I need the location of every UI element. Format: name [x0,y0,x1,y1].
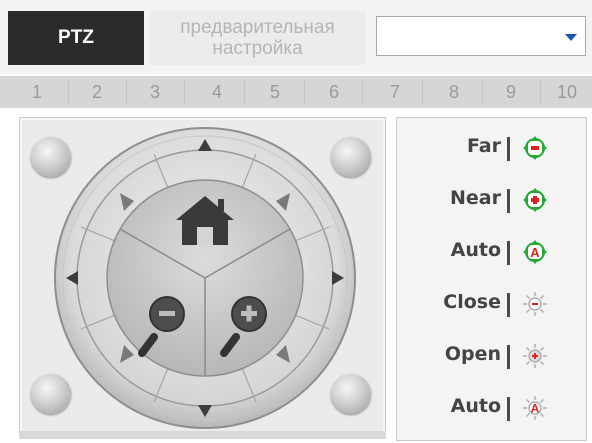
focus-far-row: Far [397,125,588,171]
tab-preset[interactable]: предварительная настройка [150,11,365,65]
divider [507,137,510,161]
iris-auto-label[interactable]: Auto [451,395,501,417]
chevron-down-icon [565,34,577,41]
tab-preset-label-line1: предварительная [180,17,335,38]
iris-close-label[interactable]: Close [443,291,501,313]
preset-number-8[interactable]: 8 [425,76,483,108]
focus-far-label[interactable]: Far [467,135,501,157]
preset-number-6[interactable]: 6 [305,76,363,108]
lens-control-panel: Far Near Auto A Close Open Auto A [396,117,587,441]
focus-auto-label[interactable]: Auto [451,239,501,261]
preset-number-bar: 1 2 3 4 5 6 7 8 9 10 [0,76,592,108]
focus-auto-row: Auto A [397,229,588,275]
iris-close-row: Close [397,281,588,327]
divider [507,293,510,317]
preset-select[interactable] [376,16,586,56]
divider [540,80,541,104]
focus-near-label[interactable]: Near [450,187,501,209]
preset-number-3[interactable]: 3 [126,76,184,108]
divider [507,345,510,369]
focus-near-row: Near [397,177,588,223]
divider [184,80,185,104]
svg-text:A: A [530,245,540,260]
direction-pad [54,127,356,429]
preset-number-10[interactable]: 10 [542,76,592,108]
divider [362,80,363,104]
iris-open-label[interactable]: Open [445,343,501,365]
iris-open-icon[interactable] [522,343,548,369]
tab-ptz-label: PTZ [58,27,94,48]
divider [507,241,510,265]
preset-number-5[interactable]: 5 [246,76,304,108]
iris-auto-row: Auto A [397,385,588,431]
preset-number-9[interactable]: 9 [482,76,540,108]
divider [507,189,510,213]
focus-auto-icon[interactable]: A [522,239,548,265]
iris-open-row: Open [397,333,588,379]
preset-number-1[interactable]: 1 [8,76,66,108]
focus-far-icon[interactable] [522,135,548,161]
svg-text:A: A [531,402,540,416]
divider [244,80,245,104]
divider [422,80,423,104]
top-bar: PTZ предварительная настройка [0,0,592,74]
iris-close-icon[interactable] [522,291,548,317]
iris-auto-icon[interactable]: A [522,395,548,421]
tab-preset-label-line2: настройка [212,38,303,59]
focus-near-icon[interactable] [522,187,548,213]
preset-number-7[interactable]: 7 [366,76,424,108]
preset-number-2[interactable]: 2 [68,76,126,108]
tab-ptz[interactable]: PTZ [8,11,144,65]
divider [507,397,510,421]
preset-number-4[interactable]: 4 [188,76,246,108]
